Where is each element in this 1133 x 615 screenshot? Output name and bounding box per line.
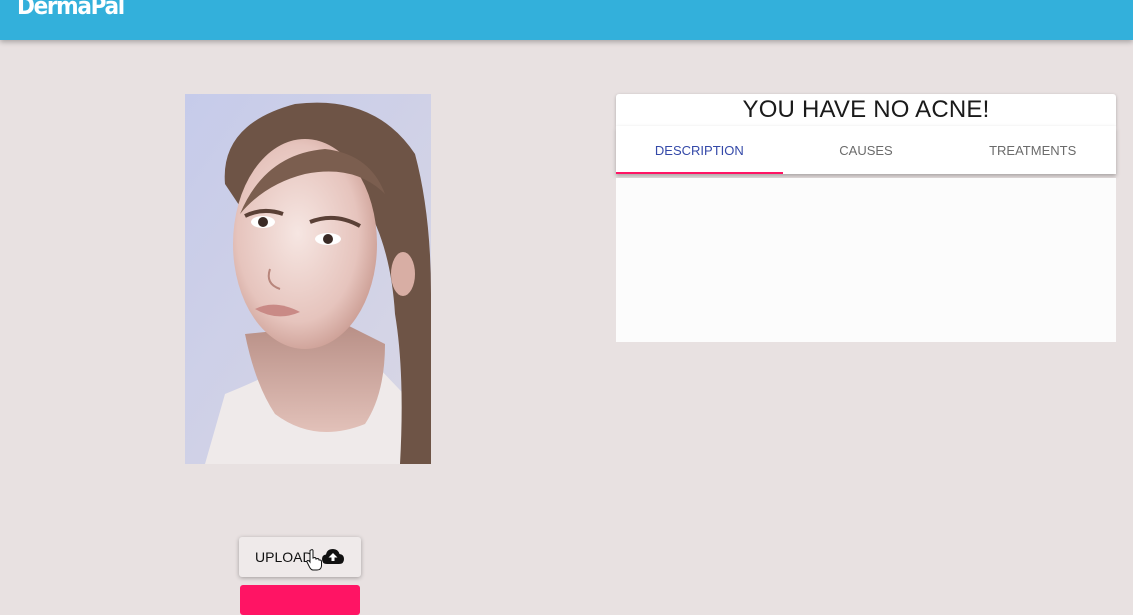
analyze-button[interactable] bbox=[240, 585, 360, 615]
app-title: DermaPal bbox=[17, 0, 125, 20]
tab-causes[interactable]: CAUSES bbox=[783, 126, 950, 174]
tab-description[interactable]: DESCRIPTION bbox=[616, 126, 783, 174]
upload-label: UPLOAD bbox=[255, 549, 313, 565]
app-bar: DermaPal bbox=[0, 0, 1133, 40]
tab-content-panel bbox=[616, 178, 1116, 342]
result-tabs: DESCRIPTION CAUSES TREATMENTS bbox=[616, 126, 1116, 174]
cloud-upload-icon bbox=[322, 549, 344, 564]
tab-treatments[interactable]: TREATMENTS bbox=[949, 126, 1116, 174]
result-title: YOU HAVE NO ACNE! bbox=[742, 96, 990, 123]
tab-treatments-label: TREATMENTS bbox=[989, 142, 1077, 158]
upload-button[interactable]: UPLOAD bbox=[239, 537, 361, 577]
hand-cursor-icon bbox=[306, 549, 322, 571]
uploaded-photo bbox=[185, 94, 431, 464]
tab-causes-label: CAUSES bbox=[839, 142, 893, 158]
result-card: YOU HAVE NO ACNE! bbox=[616, 94, 1116, 126]
tab-description-label: DESCRIPTION bbox=[654, 142, 744, 158]
